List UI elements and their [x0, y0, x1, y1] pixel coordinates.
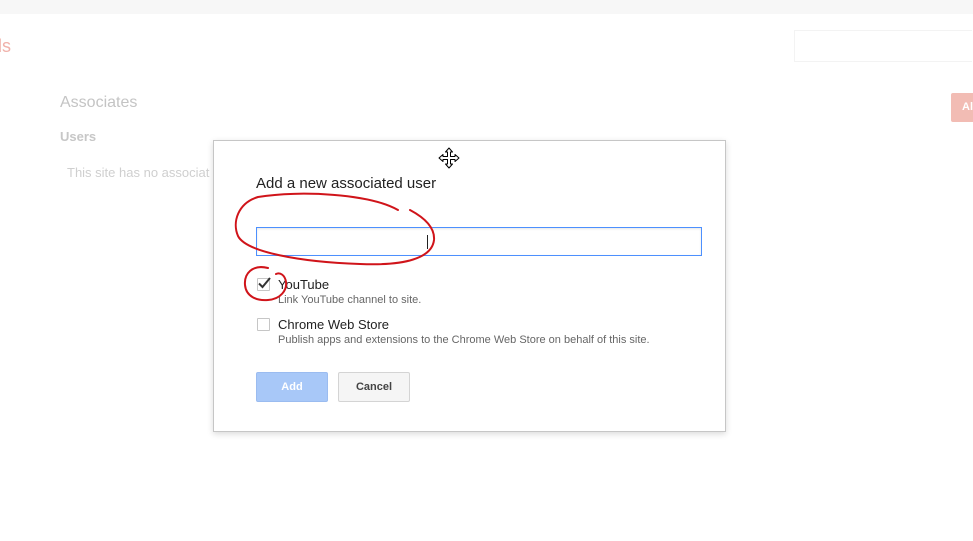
youtube-description: Link YouTube channel to site.	[278, 294, 422, 306]
youtube-checkbox[interactable]	[257, 277, 271, 291]
email-field[interactable]	[256, 227, 702, 256]
page: ls Associates Users This site has no ass…	[0, 0, 973, 541]
text-caret	[427, 235, 428, 249]
section-title: Associates	[60, 94, 138, 111]
add-associated-user-dialog: Add a new associated user YouTube Link Y…	[213, 140, 726, 432]
chrome-web-store-description: Publish apps and extensions to the Chrom…	[278, 334, 650, 346]
empty-state-text: This site has no associat	[67, 165, 210, 180]
youtube-label: YouTube	[278, 277, 330, 292]
add-button[interactable]: Add	[256, 372, 328, 402]
add-associate-button[interactable]: Al	[951, 93, 973, 122]
section-subtitle: Users	[60, 129, 97, 144]
checkmark-icon	[258, 277, 271, 289]
chrome-web-store-checkbox[interactable]	[257, 318, 270, 331]
top-bar	[0, 0, 973, 14]
search-box[interactable]	[794, 30, 972, 62]
chrome-web-store-label: Chrome Web Store	[278, 317, 390, 332]
cancel-button[interactable]: Cancel	[338, 372, 410, 402]
move-cursor-icon	[438, 147, 460, 169]
dialog-title: Add a new associated user	[256, 175, 437, 192]
brand-title[interactable]: ls	[0, 36, 11, 57]
